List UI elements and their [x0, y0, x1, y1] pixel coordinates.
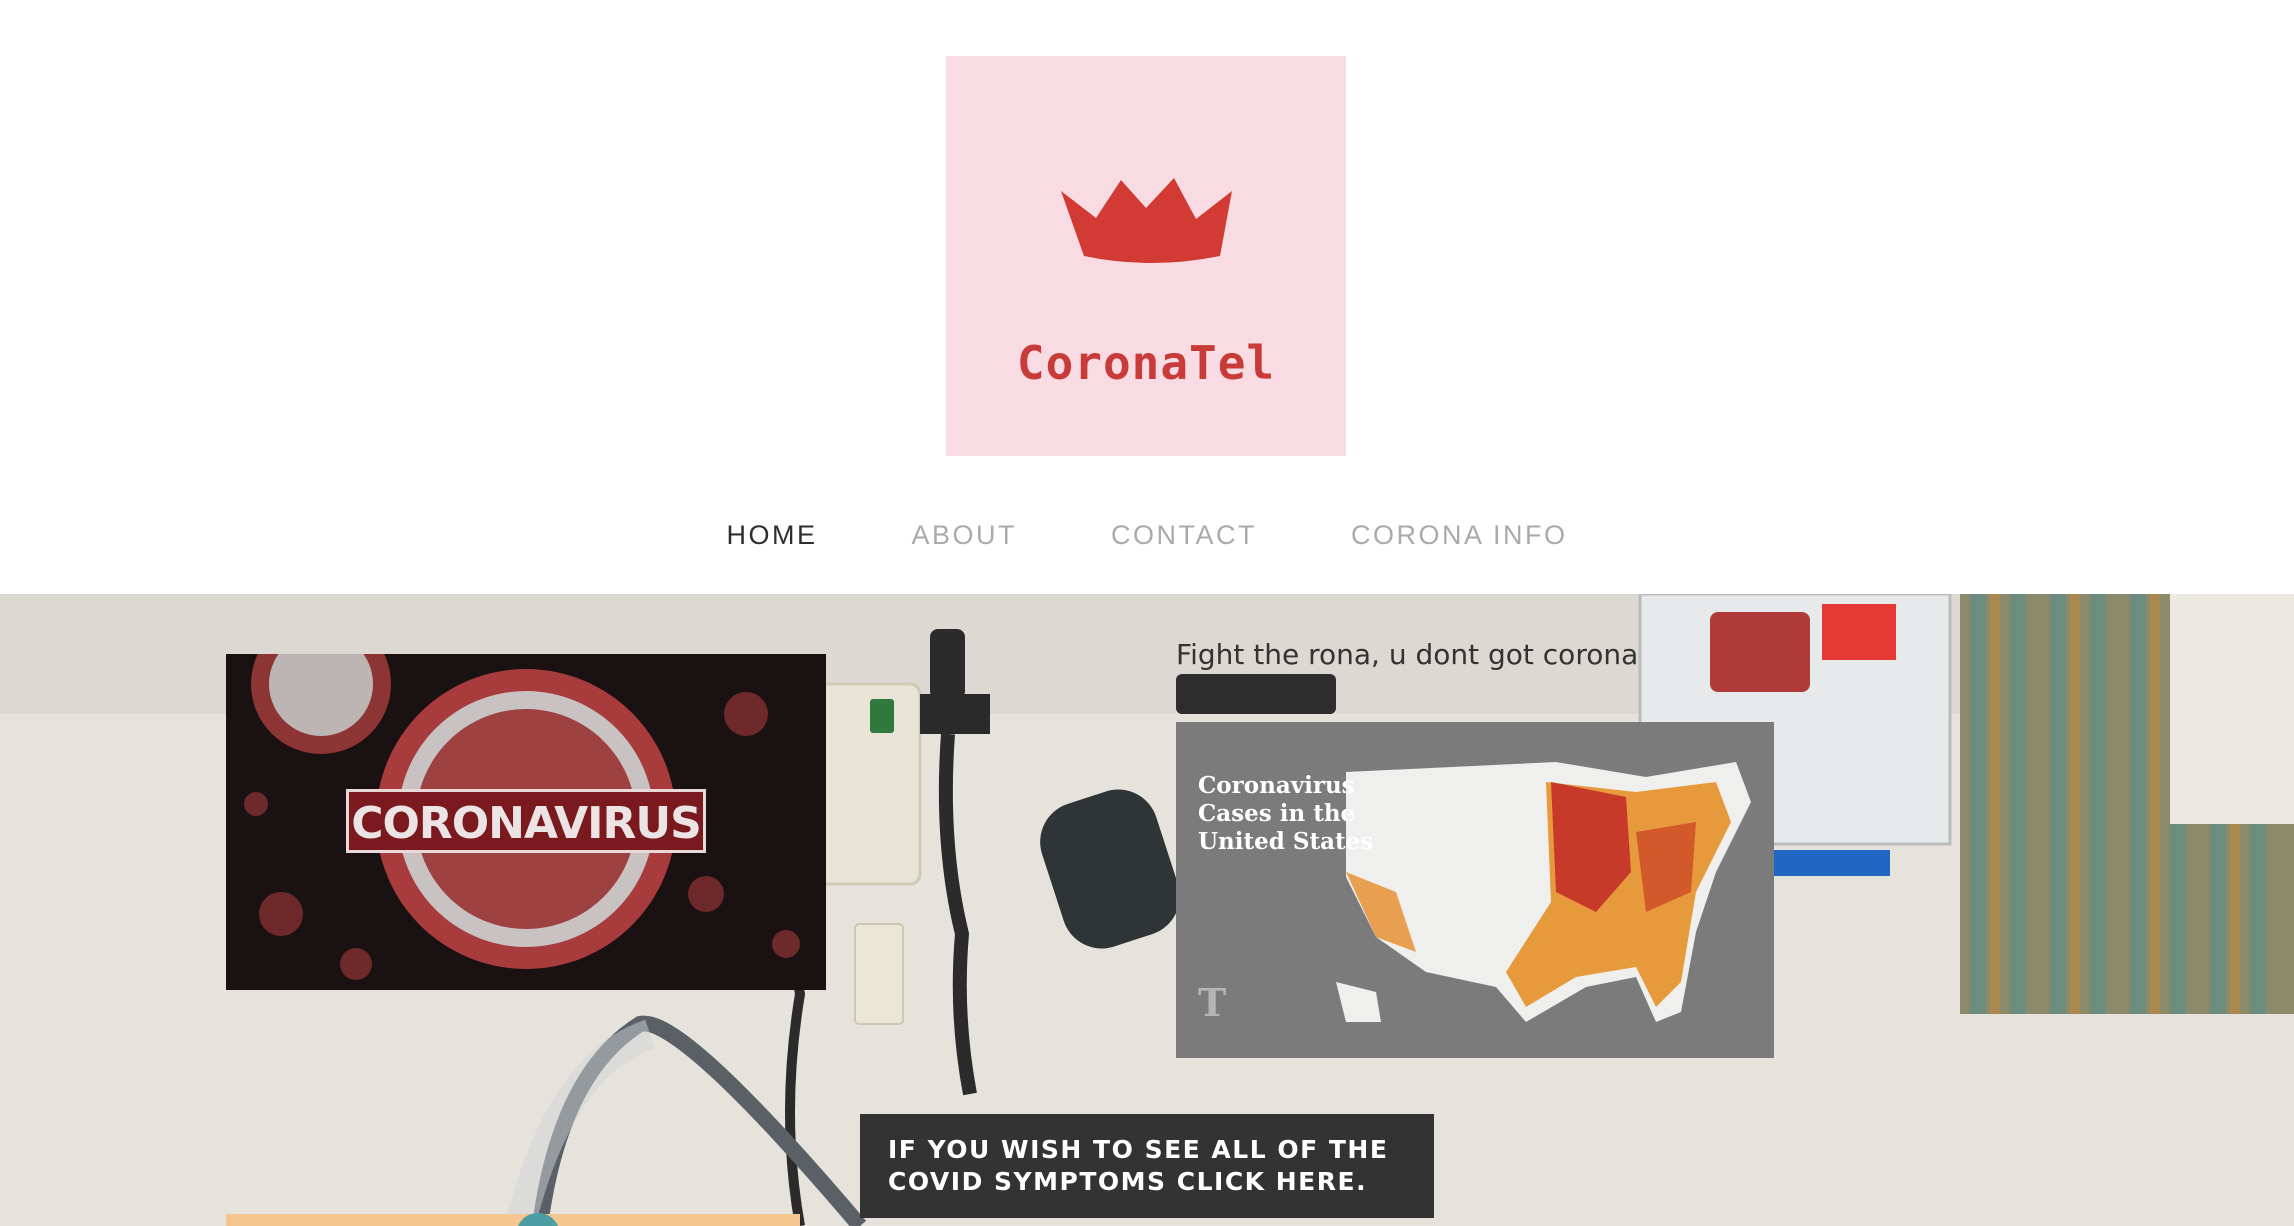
site-logo[interactable]: CoronaTel — [946, 56, 1346, 456]
main-nav: HOME ABOUT CONTACT CORONA INFO — [0, 520, 2294, 551]
site-header: CoronaTel HOME ABOUT CONTACT CORONA INFO — [0, 0, 2294, 594]
map-title: Coronavirus Cases in the United States — [1198, 772, 1374, 855]
us-cases-map-image: Coronavirus Cases in the United States T — [1176, 722, 1774, 1058]
nav-item-home[interactable]: HOME — [726, 520, 817, 551]
nav-item-contact[interactable]: CONTACT — [1111, 520, 1257, 551]
hero-tagline: Fight the rona, u dont got corona — [1176, 638, 1639, 671]
logo-text: CoronaTel — [1016, 336, 1276, 390]
coronavirus-label: CORONAVIRUS — [346, 789, 706, 853]
hero-section: CORONAVIRUS Fight the rona, u dont got c… — [0, 594, 2294, 1226]
next-section-peek — [226, 1214, 800, 1226]
nyt-logo: T — [1198, 980, 1227, 1025]
covid-symptoms-button[interactable]: IF YOU WISH TO SEE ALL OF THE COVID SYMP… — [860, 1114, 1434, 1218]
nav-item-about[interactable]: ABOUT — [911, 520, 1017, 551]
nav-item-corona-info[interactable]: CORONA INFO — [1351, 520, 1568, 551]
crown-icon — [1061, 178, 1232, 263]
coronavirus-image: CORONAVIRUS — [226, 654, 826, 990]
